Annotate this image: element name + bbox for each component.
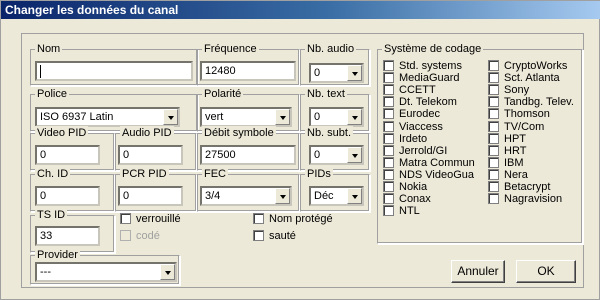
police-select[interactable]: ISO 6937 Latin: [35, 107, 180, 127]
dialog-window: Changer les données du canal Nom Fréquen…: [0, 0, 600, 300]
pids-select[interactable]: Déc: [309, 186, 364, 206]
checkbox-box[interactable]: [488, 169, 499, 180]
audio-pid-input[interactable]: 0: [118, 145, 183, 165]
checkbox-box[interactable]: [488, 84, 499, 95]
checkbox-box[interactable]: [488, 96, 499, 107]
main-panel: Nom Fréquence 12480 Nb. audio 0 Police I…: [21, 33, 584, 288]
checkbox-box[interactable]: [488, 60, 499, 71]
nb-audio-select[interactable]: 0: [309, 63, 364, 83]
chevron-down-icon[interactable]: [347, 109, 362, 125]
debit-symbole-input[interactable]: 27500: [200, 145, 296, 165]
checkbox-box[interactable]: [383, 133, 394, 144]
provider-label: Provider: [35, 248, 80, 262]
chevron-down-icon[interactable]: [163, 109, 178, 125]
checkbox-box[interactable]: [383, 72, 394, 83]
frequence-label: Fréquence: [202, 42, 259, 56]
checkbox-box[interactable]: [383, 108, 394, 119]
chevron-down-icon[interactable]: [275, 109, 290, 125]
checkbox-box[interactable]: [488, 108, 499, 119]
ts-id-label: TS ID: [35, 208, 68, 222]
pcr-pid-input[interactable]: 0: [118, 186, 183, 206]
chevron-down-icon[interactable]: [347, 65, 362, 81]
fec-select[interactable]: 3/4: [200, 186, 292, 206]
nb-subt-select[interactable]: 0: [309, 145, 364, 165]
nom-label: Nom: [35, 42, 63, 56]
checkbox-box[interactable]: [488, 145, 499, 156]
systeme-checkbox[interactable]: Eurodec: [383, 108, 483, 121]
nb-text-label: Nb. text: [305, 87, 347, 101]
fec-label: FEC: [202, 167, 228, 181]
systeme-codage-label: Système de codage: [382, 42, 484, 56]
ts-id-input[interactable]: 33: [35, 226, 100, 246]
pcr-pid-label: PCR PID: [120, 167, 169, 181]
polarite-label: Polarité: [202, 87, 244, 101]
code-checkbox: codé: [120, 230, 160, 243]
debit-symbole-label: Débit symbole: [202, 126, 276, 140]
nb-subt-label: Nb. subt.: [305, 126, 354, 140]
chevron-down-icon[interactable]: [347, 188, 362, 204]
saute-checkbox[interactable]: sauté: [253, 230, 296, 243]
systeme-checkbox[interactable]: Nagravision: [488, 193, 583, 206]
nb-audio-label: Nb. audio: [305, 42, 357, 56]
video-pid-input[interactable]: 0: [35, 145, 100, 165]
title-bar: Changer les données du canal: [1, 1, 600, 19]
checkbox-box[interactable]: [383, 205, 394, 216]
nom-input[interactable]: [35, 61, 193, 81]
pids-label: PIDs: [305, 167, 333, 181]
text-caret: [40, 64, 41, 78]
checkbox-box[interactable]: [488, 157, 499, 168]
checkbox-box[interactable]: [488, 181, 499, 192]
checkbox-box: [120, 230, 131, 241]
audio-pid-label: Audio PID: [120, 126, 174, 140]
systeme-checkbox[interactable]: Thomson: [488, 108, 583, 121]
nb-text-select[interactable]: 0: [309, 107, 364, 127]
checkbox-box[interactable]: [383, 96, 394, 107]
ch-id-label: Ch. ID: [35, 167, 71, 181]
ch-id-input[interactable]: 0: [35, 186, 100, 206]
checkbox-box[interactable]: [488, 72, 499, 83]
polarite-select[interactable]: vert: [200, 107, 292, 127]
checkbox-box[interactable]: [488, 133, 499, 144]
chevron-down-icon[interactable]: [160, 264, 175, 280]
checkbox-box[interactable]: [383, 169, 394, 180]
police-label: Police: [35, 87, 69, 101]
checkbox-box[interactable]: [253, 230, 264, 241]
checkbox-box[interactable]: [383, 193, 394, 204]
ok-button[interactable]: OK: [516, 260, 576, 283]
checkbox-box[interactable]: [383, 121, 394, 132]
video-pid-label: Video PID: [35, 126, 89, 140]
checkbox-box[interactable]: [488, 121, 499, 132]
checkbox-box[interactable]: [383, 60, 394, 71]
verrouille-checkbox[interactable]: verrouillé: [120, 213, 181, 226]
checkbox-box[interactable]: [383, 145, 394, 156]
nom-protege-checkbox[interactable]: Nom protégé: [253, 213, 333, 226]
systeme-checkbox[interactable]: NTL: [383, 205, 483, 218]
chevron-down-icon[interactable]: [275, 188, 290, 204]
checkbox-box[interactable]: [253, 213, 264, 224]
checkbox-box[interactable]: [383, 157, 394, 168]
checkbox-box[interactable]: [488, 193, 499, 204]
frequence-input[interactable]: 12480: [200, 61, 296, 81]
checkbox-box[interactable]: [383, 181, 394, 192]
provider-select[interactable]: ---: [35, 262, 177, 282]
annuler-button[interactable]: Annuler: [451, 260, 505, 283]
checkbox-box[interactable]: [120, 213, 131, 224]
chevron-down-icon[interactable]: [347, 147, 362, 163]
checkbox-box[interactable]: [383, 84, 394, 95]
